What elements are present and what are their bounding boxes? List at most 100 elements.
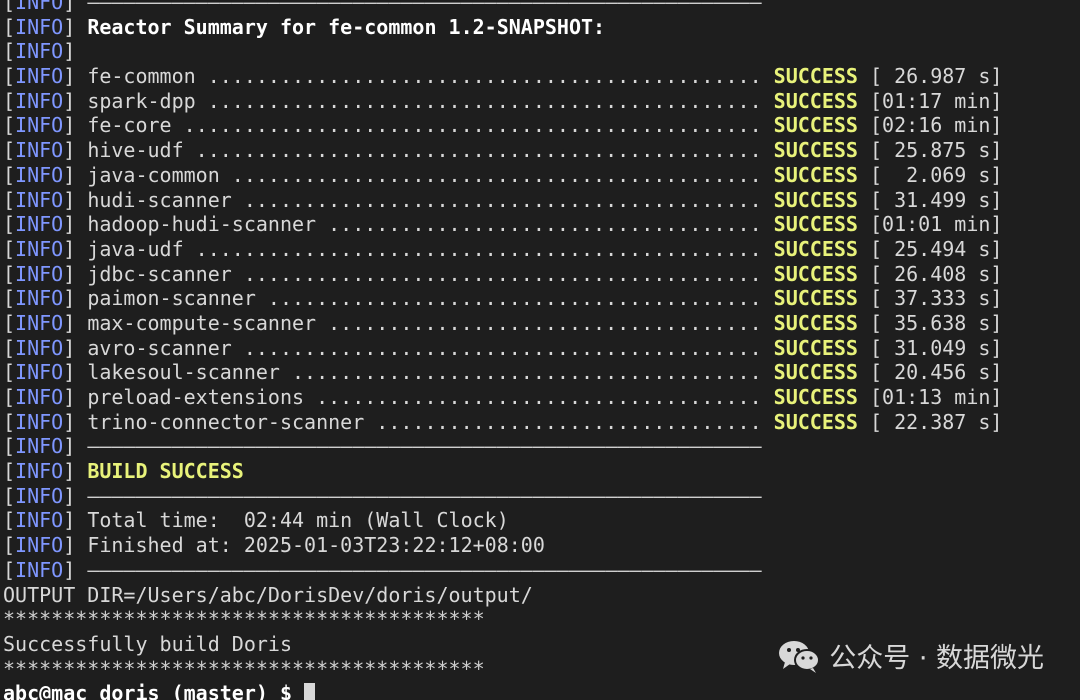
module-dots: ........................................… [231,187,774,212]
module-row: [INFO] avro-scanner ....................… [3,336,1002,361]
module-row: [INFO] lakesoul-scanner ................… [3,360,1002,385]
module-time: [ 31.049 s] [870,335,1003,360]
wechat-icon [777,638,821,674]
module-dots: ........................................… [183,138,774,163]
info-tag: [INFO] [3,0,88,14]
terminal-output: [INFO] —————————————————————————————————… [3,0,1002,700]
module-row: [INFO] java-udf ........................… [3,237,1002,262]
log-line: [INFO] Reactor Summary for fe-common 1.2… [3,15,1002,40]
output-dir: OUTPUT DIR=/Users/abc/DorisDev/doris/out… [3,582,533,607]
module-name: jdbc-scanner [87,261,232,286]
info-tag: [INFO] [3,113,88,138]
module-time: [01:13 min] [870,385,1003,409]
module-status: SUCCESS [773,286,858,311]
module-dots: ................................ [364,409,774,434]
log-line: [INFO] —————————————————————————————————… [3,484,1002,509]
module-name: avro-scanner [87,335,232,360]
log-line: [INFO] [3,39,1002,64]
module-time: [ 25.875 s] [870,138,1003,163]
stars-line: **************************************** [3,607,1002,632]
module-name: spark-dpp [87,88,196,113]
module-time: [01:01 min] [870,212,1003,237]
info-tag: [INFO] [3,138,88,163]
module-time: [ 20.456 s] [870,360,1003,385]
module-row: [INFO] hudi-scanner ....................… [3,188,1002,213]
module-status: SUCCESS [773,113,858,138]
module-time: [ 2.069 s] [870,162,1003,187]
info-tag: [INFO] [3,286,88,311]
separator: ————————————————————————————————————————… [87,434,762,459]
separator: ————————————————————————————————————————… [87,483,762,508]
log-line: [INFO] Finished at: 2025-01-03T23:22:12+… [3,533,1002,558]
module-dots: ........................................… [231,261,774,286]
module-status: SUCCESS [773,261,858,286]
module-row: [INFO] jdbc-scanner ....................… [3,262,1002,287]
module-row: [INFO] fe-common .......................… [3,64,1002,89]
info-tag: [INFO] [3,88,88,113]
module-row: [INFO] hive-udf ........................… [3,138,1002,163]
module-time: [01:17 min] [870,88,1003,113]
watermark: 公众号 · 数据微光 [777,636,1044,675]
module-name: hudi-scanner [87,187,232,212]
module-name: trino-connector-scanner [87,409,365,434]
module-row: [INFO] max-compute-scanner .............… [3,311,1002,336]
module-time: [ 31.499 s] [870,187,1003,212]
output-dir-line: OUTPUT DIR=/Users/abc/DorisDev/doris/out… [3,583,1002,608]
module-time: [ 35.638 s] [870,310,1003,335]
module-time: [ 37.333 s] [870,286,1003,311]
info-tag: [INFO] [3,459,88,484]
module-status: SUCCESS [773,162,858,187]
module-dots: ........................................… [195,64,774,89]
info-tag: [INFO] [3,236,88,261]
module-name: hadoop-hudi-scanner [87,212,317,237]
module-row: [INFO] paimon-scanner ..................… [3,286,1002,311]
module-time: [ 25.494 s] [870,236,1003,261]
module-name: java-common [87,162,220,187]
text-cursor [304,683,316,700]
module-dots: ........................................… [231,335,774,360]
total-time: Total time: 02:44 min (Wall Clock) [87,508,509,533]
module-dots: .................................... [316,310,774,335]
module-row: [INFO] java-common .....................… [3,163,1002,188]
module-name: fe-common [87,64,196,89]
module-name: fe-core [87,113,172,138]
prompt-line[interactable]: abc@mac doris (master) $ [3,681,1002,700]
module-name: lakesoul-scanner [87,360,280,385]
module-row: [INFO] hadoop-hudi-scanner .............… [3,212,1002,237]
terminal-window[interactable]: [INFO] —————————————————————————————————… [0,0,1080,700]
module-dots: ....................................... [279,360,774,385]
module-status: SUCCESS [773,409,858,434]
module-dots: ........................................… [183,236,774,261]
stars: **************************************** [3,656,485,681]
module-status: SUCCESS [773,310,858,335]
module-status: SUCCESS [773,385,858,409]
module-dots: ........................................… [171,113,774,138]
info-tag: [INFO] [3,385,88,409]
build-success: BUILD SUCCESS [87,459,244,484]
info-tag: [INFO] [3,335,88,360]
module-dots: ..................................... [304,385,774,409]
info-tag: [INFO] [3,261,88,286]
module-name: hive-udf [87,138,184,163]
info-tag: [INFO] [3,310,88,335]
log-line: [INFO] —————————————————————————————————… [3,558,1002,583]
module-time: [ 22.387 s] [870,409,1003,434]
module-status: SUCCESS [773,64,858,89]
module-row: [INFO] spark-dpp .......................… [3,89,1002,114]
reactor-summary-heading: Reactor Summary for fe-common 1.2-SNAPSH… [87,14,606,39]
log-line: [INFO] Total time: 02:44 min (Wall Clock… [3,508,1002,533]
module-time: [02:16 min] [870,113,1003,138]
module-row: [INFO] preload-extensions ..............… [3,385,1002,410]
module-status: SUCCESS [773,212,858,237]
separator: ————————————————————————————————————————… [87,557,762,582]
info-tag: [INFO] [3,39,88,64]
watermark-text: 公众号 · 数据微光 [829,643,1044,674]
module-time: [ 26.408 s] [870,261,1003,286]
module-status: SUCCESS [773,187,858,212]
module-status: SUCCESS [773,335,858,360]
finished-at: Finished at: 2025-01-03T23:22:12+08:00 [87,533,545,558]
info-tag: [INFO] [3,483,88,508]
stars: **************************************** [3,607,485,632]
info-tag: [INFO] [3,187,88,212]
module-status: SUCCESS [773,88,858,113]
